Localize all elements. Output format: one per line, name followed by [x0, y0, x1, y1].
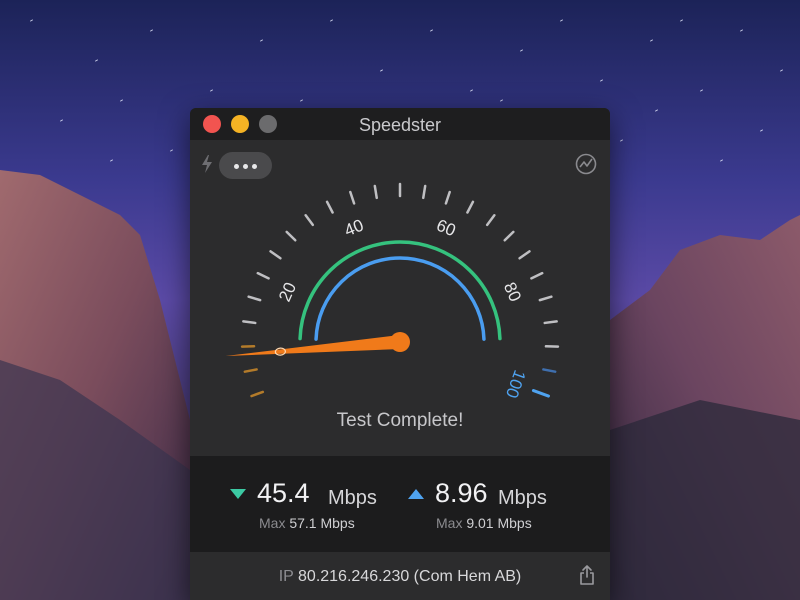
gauge-tick [444, 190, 451, 205]
gauge-tick [256, 271, 270, 280]
gauge-label: 40 [342, 216, 367, 241]
gauge-label: 100 [502, 367, 530, 400]
gauge-tick [242, 320, 257, 325]
gauge-blue-arc [314, 256, 486, 341]
gauge-tick [518, 250, 531, 260]
ip-label: IP [278, 568, 294, 585]
gauge-tick [247, 295, 262, 302]
share-icon[interactable] [578, 564, 596, 586]
gauge-tick [243, 368, 258, 373]
download-unit: Mbps [328, 487, 377, 509]
download-arrow-icon [230, 489, 246, 499]
window-title: Speedster [358, 115, 442, 135]
gauge-tick [250, 390, 265, 398]
upload-max: Max 9.01 Mbps [436, 515, 532, 531]
download-max: Max 57.1 Mbps [259, 515, 355, 531]
gauge-tick [485, 214, 496, 227]
upload-arrow-icon [408, 489, 424, 499]
gauge-label: 80 [500, 279, 525, 304]
download-max-value: 57.1 Mbps [289, 515, 355, 531]
gauge-tick [531, 389, 550, 398]
results-panel: 45.4 Mbps Max 57.1 Mbps 8.96 Mbps Max 9.… [190, 456, 610, 552]
gauge-label: 20 [275, 279, 300, 304]
footer-bar: IP 80.216.246.230 (Com Hem AB) [190, 552, 610, 600]
gauge-tick [530, 271, 544, 280]
upload-unit: Mbps [498, 487, 547, 509]
upload-max-label: Max [436, 515, 463, 531]
gauge-tick [422, 184, 427, 200]
gauge-tick [503, 230, 515, 242]
title-bar: Speedster [190, 108, 610, 140]
gauge-tick [349, 190, 356, 205]
gauge-needle-hub [390, 332, 410, 352]
gauge-tick [466, 200, 475, 214]
gauge-tick [304, 214, 315, 227]
upload-value: 8.96 [435, 478, 488, 508]
ip-info: IP 80.216.246.230 (Com Hem AB) [190, 568, 610, 586]
gauge-tick [543, 320, 558, 325]
gauge-tick [325, 200, 334, 214]
upload-max-value: 9.01 Mbps [466, 515, 532, 531]
download-value: 45.4 [257, 478, 310, 508]
gauge-label: 60 [434, 216, 459, 241]
status-text: Test Complete! [336, 410, 464, 431]
gauge-tick [538, 295, 553, 302]
speedster-window: Speedster 20 40 60 80 100 Test Complete! 45.… [190, 108, 610, 600]
gauge-tick [373, 184, 378, 200]
gauge-tick [542, 368, 557, 373]
download-max-label: Max [259, 515, 286, 531]
gauge-tick [269, 250, 282, 260]
gauge-tick [285, 230, 297, 242]
ip-value: 80.216.246.230 (Com Hem AB) [298, 568, 522, 585]
